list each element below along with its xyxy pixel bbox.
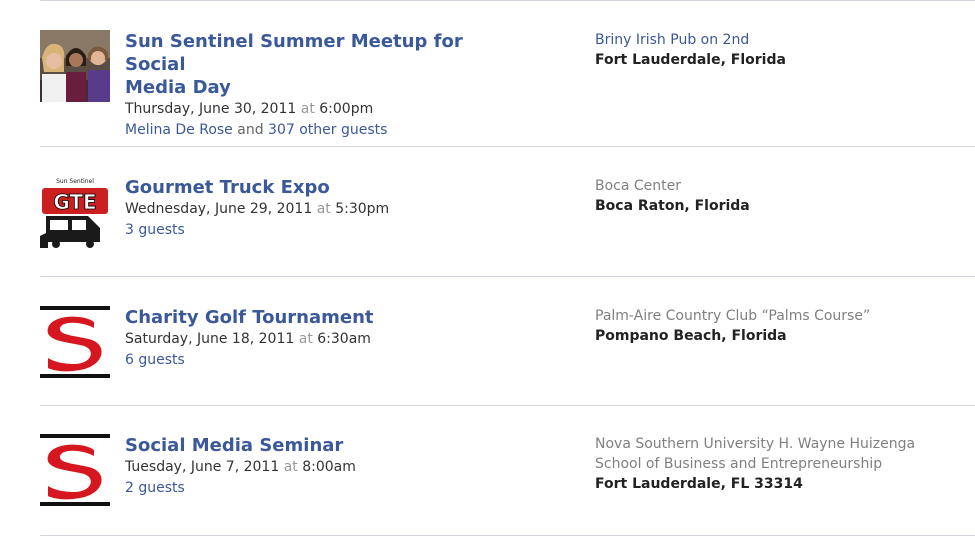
guests-link[interactable]: 307 other guests (268, 122, 387, 138)
event-info: Sun Sentinel Summer Meetup for Social Me… (125, 30, 525, 141)
venue-name: Boca Center (595, 178, 682, 194)
event-info: Charity Golf Tournament Saturday, June 1… (125, 306, 525, 371)
event-title-line: Media Day (125, 77, 231, 98)
host-link[interactable]: Melina De Rose (125, 122, 233, 138)
event-date: Wednesday, June 29, 2011 (125, 201, 313, 217)
event-title[interactable]: Charity Golf Tournament (125, 306, 525, 329)
event-datetime: Wednesday, June 29, 2011 at 5:30pm (125, 199, 525, 220)
event-title[interactable]: Gourmet Truck Expo (125, 176, 525, 199)
venue-city: Fort Lauderdale, FL 33314 (595, 476, 803, 492)
sun-sentinel-s-logo-icon (40, 434, 110, 506)
divider (40, 0, 975, 1)
event-at: at (316, 201, 331, 217)
event-title[interactable]: Social Media Seminar (125, 434, 525, 457)
event-info: Gourmet Truck Expo Wednesday, June 29, 2… (125, 176, 525, 241)
divider (40, 276, 975, 277)
event-at: at (283, 459, 298, 475)
group-photo-image (40, 30, 110, 102)
event-datetime: Thursday, June 30, 2011 at 6:00pm (125, 99, 525, 120)
venue-name: Palm-Aire Country Club “Palms Course” (595, 308, 871, 324)
event-date: Tuesday, June 7, 2011 (125, 459, 280, 475)
event-thumbnail[interactable] (40, 30, 110, 102)
event-at: at (298, 331, 313, 347)
event-title[interactable]: Sun Sentinel Summer Meetup for Social Me… (125, 30, 525, 99)
divider (40, 535, 975, 536)
event-thumbnail[interactable]: Sun Sentinel GTE (40, 176, 110, 248)
sun-sentinel-s-logo-icon (40, 306, 110, 378)
venue-name-link[interactable]: Briny Irish Pub on 2nd (595, 30, 975, 50)
event-venue: Boca Center Boca Raton, Florida (595, 176, 975, 216)
event-guests: 2 guests (125, 478, 525, 499)
event-datetime: Saturday, June 18, 2011 at 6:30am (125, 329, 525, 350)
event-time: 8:00am (302, 459, 356, 475)
divider (40, 146, 975, 147)
event-guests: Melina De Rose and 307 other guests (125, 120, 525, 141)
event-time: 5:30pm (335, 201, 390, 217)
venue-city: Fort Lauderdale, Florida (595, 52, 786, 68)
guests-link[interactable]: 2 guests (125, 480, 185, 496)
event-guests: 6 guests (125, 350, 525, 371)
event-info: Social Media Seminar Tuesday, June 7, 20… (125, 434, 525, 499)
gte-truck-logo-image: Sun Sentinel GTE (40, 176, 110, 248)
event-guests: 3 guests (125, 220, 525, 241)
event-at: at (300, 101, 315, 117)
logo-text: GTE (53, 190, 96, 214)
event-time: 6:00pm (319, 101, 374, 117)
logo-caption: Sun Sentinel (56, 178, 94, 185)
event-venue: Palm-Aire Country Club “Palms Course” Po… (595, 306, 975, 346)
guests-and: and (237, 122, 264, 138)
event-thumbnail[interactable] (40, 434, 110, 506)
guests-link[interactable]: 6 guests (125, 352, 185, 368)
guests-link[interactable]: 3 guests (125, 222, 185, 238)
event-time: 6:30am (317, 331, 371, 347)
event-thumbnail[interactable] (40, 306, 110, 378)
event-title-line: Sun Sentinel Summer Meetup for Social (125, 31, 463, 75)
event-datetime: Tuesday, June 7, 2011 at 8:00am (125, 457, 525, 478)
venue-name: School of Business and Entrepreneurship (595, 456, 883, 472)
event-date: Thursday, June 30, 2011 (125, 101, 297, 117)
venue-name: Nova Southern University H. Wayne Huizen… (595, 436, 916, 452)
venue-city: Pompano Beach, Florida (595, 328, 787, 344)
event-date: Saturday, June 18, 2011 (125, 331, 295, 347)
divider (40, 405, 975, 406)
events-list: Sun Sentinel Summer Meetup for Social Me… (40, 0, 975, 544)
event-venue: Nova Southern University H. Wayne Huizen… (595, 434, 975, 494)
event-venue: Briny Irish Pub on 2nd Fort Lauderdale, … (595, 30, 975, 70)
venue-city: Boca Raton, Florida (595, 198, 750, 214)
